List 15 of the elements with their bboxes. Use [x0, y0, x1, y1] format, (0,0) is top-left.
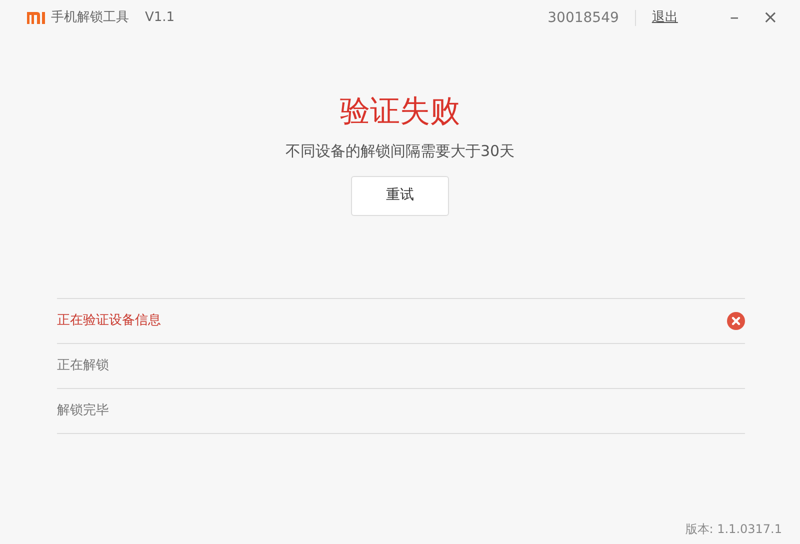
version-label: V1.1 [145, 9, 175, 28]
step-label: 正在验证设备信息 [57, 312, 161, 330]
error-icon [727, 312, 745, 330]
account-id: 30018549 [548, 8, 619, 28]
close-button[interactable]: × [758, 9, 782, 27]
minimize-button[interactable]: – [726, 9, 743, 27]
retry-button[interactable]: 重试 [351, 176, 449, 216]
step-label: 正在解锁 [57, 356, 109, 375]
step-label: 解锁完毕 [57, 402, 109, 420]
result-message: 不同设备的解锁间隔需要大于30天 [285, 141, 515, 162]
logo-icon [27, 12, 45, 24]
logout-link[interactable]: 退出 [652, 8, 678, 28]
result-heading: 验证失败 [340, 94, 460, 130]
app-title: 手机解锁工具 [51, 9, 129, 28]
version-text: 版本: 1.1.0317.1 [685, 521, 782, 538]
